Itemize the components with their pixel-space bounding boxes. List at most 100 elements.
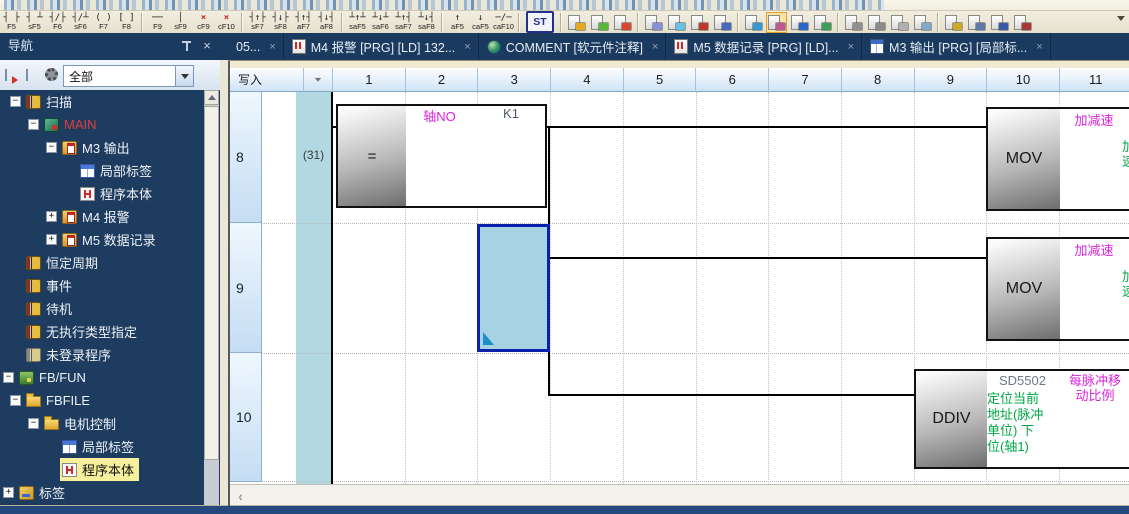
tree-item[interactable]: −扫描 — [0, 90, 220, 113]
tree-item[interactable]: 无执行类型指定 — [0, 320, 220, 343]
monitor-start-icon[interactable] — [989, 12, 1010, 33]
tab-close-icon[interactable]: × — [464, 41, 470, 53]
tree-item[interactable]: 程序本体 — [0, 182, 220, 205]
ladder-tool-saf7[interactable]: ┴↑┤saF7 — [392, 11, 415, 33]
collapse-box-icon[interactable]: − — [28, 119, 39, 130]
ladder-tool-caf10[interactable]: ─/─caF10 — [492, 11, 515, 33]
tree-item[interactable]: +标签 — [0, 481, 220, 504]
monitor-stop-icon[interactable] — [1012, 12, 1033, 33]
ladder-tool-f8[interactable]: [ ]F8 — [115, 11, 138, 33]
delete-row-icon[interactable] — [866, 12, 887, 33]
statement-edit-icon[interactable] — [589, 12, 610, 33]
horizontal-scrollbar[interactable]: ‹ — [228, 484, 1129, 506]
edit-wire-icon[interactable] — [689, 12, 710, 33]
ladder-tool-saf6[interactable]: ┴↓┴saF6 — [369, 11, 392, 33]
close-icon[interactable]: × — [199, 33, 215, 60]
note-list-icon[interactable] — [912, 12, 933, 33]
selected-cell[interactable] — [477, 224, 550, 352]
tree-view-icon[interactable] — [25, 66, 42, 83]
ladder-tool-af7[interactable]: ┤↑┤aF7 — [292, 11, 315, 33]
collapse-box-icon[interactable]: − — [28, 418, 39, 429]
ladder-tool-f7[interactable]: ( )F7 — [92, 11, 115, 33]
expand-box-icon[interactable]: + — [3, 487, 14, 498]
check-program-icon[interactable] — [943, 12, 964, 33]
tree-item[interactable]: +M4 报警 — [0, 205, 220, 228]
ladder-tool-sf9[interactable]: │sF9 — [169, 11, 192, 33]
ladder-tool-f9[interactable]: ──F9 — [146, 11, 169, 33]
ladder-tool-af8[interactable]: ┤↓┤aF8 — [315, 11, 338, 33]
statement-batch-icon[interactable] — [643, 12, 664, 33]
scrollbar-thumb[interactable] — [204, 106, 219, 460]
collapse-box-icon[interactable]: − — [3, 372, 14, 383]
ladder-tool-cf9[interactable]: ×cF9 — [192, 11, 215, 33]
row-header-9[interactable]: 9 — [230, 223, 262, 353]
tree-item[interactable]: −FBFILE — [0, 389, 220, 412]
compare-operand1-comment[interactable]: 轴NO — [404, 106, 475, 125]
ladder-tool-sf8[interactable]: ┤↓├sF8 — [269, 11, 292, 33]
note-edit-icon[interactable] — [612, 12, 633, 33]
tree-item[interactable]: −电机控制 — [0, 412, 220, 435]
compare-operand2-device[interactable]: K1 — [475, 106, 547, 121]
device-display-icon[interactable] — [789, 12, 810, 33]
document-tab[interactable]: M4 报警 [PRG] [LD] 132...× — [284, 33, 479, 60]
document-tab[interactable]: M5 数据记录 [PRG] [LD]...× — [666, 33, 862, 60]
ladder-tool-af5[interactable]: ↑aF5 — [446, 11, 469, 33]
toolbar-overflow-icon[interactable] — [1117, 16, 1125, 25]
tree-item[interactable]: +M5 数据记录 — [0, 228, 220, 251]
scroll-left-button[interactable]: ‹ — [231, 487, 250, 504]
collapse-box-icon[interactable]: − — [10, 96, 21, 107]
ladder-tool-f5[interactable]: ┤ ├F5 — [0, 11, 23, 33]
tab-close-icon[interactable]: × — [652, 41, 658, 53]
cross-reference-icon[interactable] — [966, 12, 987, 33]
ladder-tool-caf5[interactable]: ↓caF5 — [469, 11, 492, 33]
tree-item[interactable]: 待机 — [0, 297, 220, 320]
ddiv-operand-device[interactable]: SD5502 — [986, 373, 1059, 388]
ladder-tool-f6[interactable]: ┤/├F6 — [46, 11, 69, 33]
pin-icon[interactable] — [181, 41, 192, 52]
statement-list-icon[interactable] — [889, 12, 910, 33]
tree-scrollbar[interactable] — [204, 90, 219, 505]
tree-item[interactable]: 未登录程序 — [0, 343, 220, 366]
mode-dropdown[interactable] — [303, 68, 332, 92]
tab-close-icon[interactable]: × — [269, 41, 275, 53]
collapse-box-icon[interactable]: − — [46, 142, 57, 153]
tree-item[interactable]: −FB/FUN — [0, 366, 220, 389]
device-batch-icon[interactable] — [812, 12, 833, 33]
collapse-box-icon[interactable]: − — [10, 395, 21, 406]
tree-item[interactable]: 恒定周期 — [0, 251, 220, 274]
tab-close-icon[interactable]: × — [1036, 41, 1042, 53]
tree-item[interactable]: −MAIN — [0, 113, 220, 136]
ladder-tool-cf10[interactable]: ×cF10 — [215, 11, 238, 33]
row-header-8[interactable]: 8 — [230, 92, 262, 223]
document-tab[interactable]: COMMENT [软元件注释]× — [479, 33, 667, 60]
tree-item[interactable]: 局部标签 — [0, 435, 220, 458]
insert-row-icon[interactable] — [843, 12, 864, 33]
find-device-icon[interactable] — [743, 12, 764, 33]
mode-cell[interactable]: 写入 — [230, 68, 303, 92]
find-replace-icon[interactable] — [766, 12, 787, 33]
ladder-tool-sf7[interactable]: ┤↑├sF7 — [246, 11, 269, 33]
inline-st-button[interactable]: ST — [526, 11, 554, 33]
expand-box-icon[interactable]: + — [46, 234, 57, 245]
tree-item[interactable]: 局部标签 — [0, 159, 220, 182]
tree-item[interactable]: 程序本体 — [0, 458, 220, 481]
tree-item[interactable]: −M3 输出 — [0, 136, 220, 159]
tree-filter-dropdown[interactable]: 全部 — [63, 65, 194, 87]
document-tab[interactable]: M3 输出 [PRG] [局部标...× — [862, 33, 1051, 60]
ladder-tool-sf6[interactable]: ┤/┴sF6 — [69, 11, 92, 33]
tree-filter-icon[interactable] — [4, 66, 21, 83]
ladder-tool-saf8[interactable]: ┴↓┤saF8 — [415, 11, 438, 33]
note-batch-icon[interactable] — [666, 12, 687, 33]
row-header-10[interactable]: 10 — [230, 353, 262, 482]
tree-item[interactable]: 事件 — [0, 274, 220, 297]
device-comment-edit-icon[interactable] — [566, 12, 587, 33]
dropdown-arrow-icon[interactable] — [175, 66, 193, 86]
tab-close-icon[interactable]: × — [848, 41, 854, 53]
ladder-tool-saf5[interactable]: ┴↑┴saF5 — [346, 11, 369, 33]
wire-branch-icon[interactable] — [712, 12, 733, 33]
scroll-up-button[interactable] — [204, 90, 219, 105]
document-tab[interactable]: 05...× — [228, 33, 284, 60]
gear-icon[interactable] — [45, 68, 58, 81]
expand-box-icon[interactable]: + — [46, 211, 57, 222]
ladder-tool-sf5[interactable]: ┤ ┴sF5 — [23, 11, 46, 33]
